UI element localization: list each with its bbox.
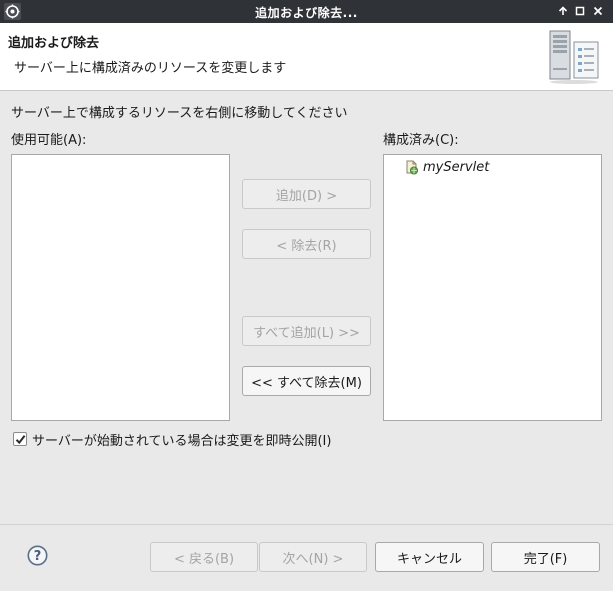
- publish-checkbox[interactable]: [13, 432, 27, 446]
- maximize-button[interactable]: [573, 4, 587, 18]
- finish-button[interactable]: 完了(F): [491, 542, 600, 572]
- wizard-banner: 追加および除去 サーバー上に構成済みのリソースを変更します: [0, 23, 613, 91]
- list-item[interactable]: myServlet: [405, 158, 489, 176]
- window-titlebar[interactable]: 追加および除去...: [0, 0, 613, 23]
- pin-button[interactable]: [556, 4, 570, 18]
- instruction-text: サーバー上で構成するリソースを右側に移動してください: [11, 106, 348, 121]
- publish-checkbox-label: サーバーが始動されている場合は変更を即時公開(I): [32, 433, 332, 449]
- web-module-icon: [406, 160, 418, 174]
- cancel-button[interactable]: キャンセル: [375, 542, 484, 572]
- remove-button[interactable]: < 除去(R): [242, 229, 371, 259]
- maximize-icon: [575, 6, 585, 16]
- window-title: 追加および除去...: [255, 6, 358, 20]
- remove-all-button[interactable]: << すべて除去(M): [242, 366, 371, 396]
- add-button[interactable]: 追加(D) >: [242, 179, 371, 209]
- help-icon[interactable]: ?: [27, 545, 48, 566]
- banner-description: サーバー上に構成済みのリソースを変更します: [14, 61, 287, 76]
- available-label: 使用可能(A):: [11, 133, 87, 148]
- svg-text:?: ?: [34, 549, 42, 564]
- configured-item-label: myServlet: [423, 159, 490, 175]
- publish-checkbox-row[interactable]: サーバーが始動されている場合は変更を即時公開(I): [13, 430, 332, 449]
- footer-divider: [0, 524, 613, 525]
- server-icon: [549, 30, 599, 84]
- banner-title: 追加および除去: [8, 36, 100, 51]
- back-button[interactable]: < 戻る(B): [150, 542, 258, 572]
- available-list[interactable]: [11, 154, 230, 421]
- checkmark-icon: [15, 434, 25, 444]
- close-icon: [593, 6, 603, 16]
- next-button[interactable]: 次へ(N) >: [259, 542, 367, 572]
- pin-icon: [558, 6, 568, 15]
- configured-label: 構成済み(C):: [383, 133, 459, 148]
- add-all-button[interactable]: すべて追加(L) >>: [242, 316, 371, 346]
- close-button[interactable]: [591, 4, 605, 18]
- configured-list[interactable]: myServlet: [383, 154, 602, 421]
